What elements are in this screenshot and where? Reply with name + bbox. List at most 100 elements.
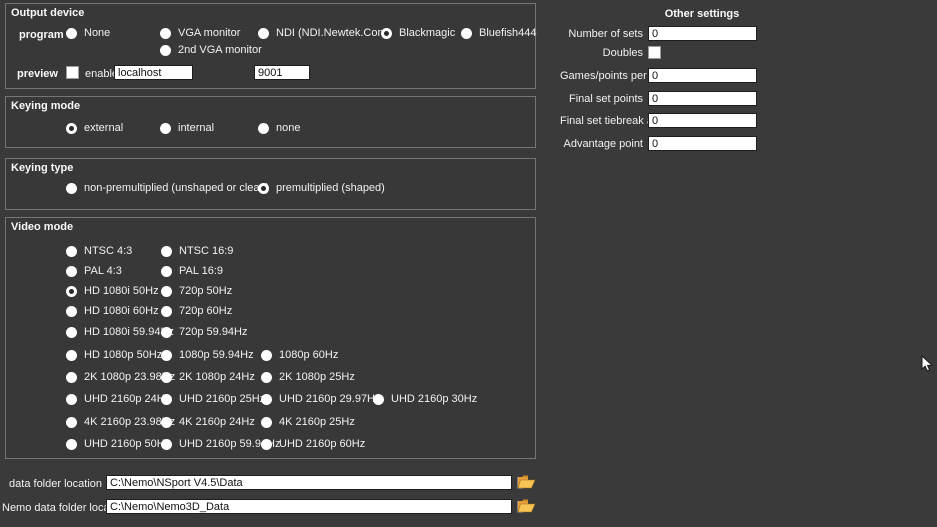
- video-mode-option[interactable]: 2K 1080p 25Hz: [261, 371, 355, 383]
- radio-icon[interactable]: [161, 266, 172, 277]
- radio-icon[interactable]: [160, 28, 171, 39]
- radio-label: PAL 4:3: [84, 265, 122, 277]
- radio-icon[interactable]: [66, 394, 77, 405]
- program-option-blackmagic[interactable]: Blackmagic: [381, 27, 455, 39]
- final-set-points-label: Final set points: [560, 93, 648, 105]
- advantage-point-input[interactable]: [648, 136, 757, 151]
- video-mode-option[interactable]: PAL 4:3: [66, 265, 122, 277]
- final-set-tiebreak-input[interactable]: [648, 113, 757, 128]
- video-mode-option[interactable]: UHD 2160p 24Hz: [66, 393, 170, 405]
- number-of-sets-row: Number of sets: [560, 26, 757, 41]
- radio-icon[interactable]: [381, 28, 392, 39]
- video-mode-option[interactable]: 4K 2160p 24Hz: [161, 416, 255, 428]
- video-mode-option[interactable]: HD 1080i 50Hz: [66, 285, 159, 297]
- keying-type-non-premultiplied[interactable]: non-premultiplied (unshaped or clean): [66, 182, 269, 194]
- radio-icon[interactable]: [161, 372, 172, 383]
- video-mode-option[interactable]: HD 1080p 50Hz: [66, 349, 162, 361]
- radio-icon[interactable]: [261, 372, 272, 383]
- radio-icon[interactable]: [261, 439, 272, 450]
- nemo-data-folder-input[interactable]: [106, 499, 512, 514]
- radio-icon[interactable]: [66, 183, 77, 194]
- radio-icon[interactable]: [161, 394, 172, 405]
- video-mode-option[interactable]: UHD 2160p 50Hz: [66, 438, 170, 450]
- data-folder-browse-button[interactable]: [516, 474, 536, 491]
- radio-icon[interactable]: [66, 417, 77, 428]
- video-mode-option[interactable]: NTSC 16:9: [161, 245, 233, 257]
- program-option-2nd-vga[interactable]: 2nd VGA monitor: [160, 44, 262, 56]
- final-set-points-input[interactable]: [648, 91, 757, 106]
- video-mode-option[interactable]: UHD 2160p 29.97Hz: [261, 393, 381, 405]
- video-mode-option[interactable]: 4K 2160p 23.98Hz: [66, 416, 175, 428]
- program-option-none[interactable]: None: [66, 27, 110, 39]
- nemo-data-folder-label: Nemo data folder location: [2, 502, 102, 514]
- radio-label: NTSC 4:3: [84, 245, 132, 257]
- radio-icon[interactable]: [261, 350, 272, 361]
- radio-icon[interactable]: [66, 266, 77, 277]
- video-mode-option[interactable]: 1080p 60Hz: [261, 349, 338, 361]
- radio-icon[interactable]: [66, 28, 77, 39]
- video-mode-option[interactable]: 4K 2160p 25Hz: [261, 416, 355, 428]
- video-mode-option[interactable]: 2K 1080p 24Hz: [161, 371, 255, 383]
- radio-icon[interactable]: [66, 372, 77, 383]
- radio-icon[interactable]: [373, 394, 384, 405]
- keying-type-premultiplied[interactable]: premultiplied (shaped): [258, 182, 385, 194]
- data-folder-label: data folder location: [2, 478, 102, 490]
- radio-icon[interactable]: [160, 123, 171, 134]
- radio-icon[interactable]: [161, 306, 172, 317]
- video-mode-option[interactable]: UHD 2160p 25Hz: [161, 393, 265, 405]
- radio-icon[interactable]: [66, 327, 77, 338]
- radio-label: UHD 2160p 29.97Hz: [279, 393, 381, 405]
- radio-icon[interactable]: [66, 439, 77, 450]
- program-option-ndi[interactable]: NDI (NDI.Newtek.Com): [258, 27, 390, 39]
- preview-port-input[interactable]: [254, 65, 310, 80]
- radio-icon[interactable]: [261, 394, 272, 405]
- video-mode-option[interactable]: 720p 59.94Hz: [161, 326, 248, 338]
- keying-type-title: Keying type: [11, 162, 73, 174]
- radio-icon[interactable]: [161, 350, 172, 361]
- video-mode-option[interactable]: HD 1080i 60Hz: [66, 305, 159, 317]
- video-mode-option[interactable]: 720p 50Hz: [161, 285, 232, 297]
- radio-label: 2nd VGA monitor: [178, 44, 262, 56]
- doubles-checkbox[interactable]: [648, 46, 661, 59]
- final-set-tiebreak-label: Final set tiebreak at: [560, 115, 648, 127]
- video-mode-option[interactable]: HD 1080i 59.94Hz: [66, 326, 174, 338]
- program-option-bluefish[interactable]: Bluefish444: [461, 27, 537, 39]
- video-mode-option[interactable]: NTSC 4:3: [66, 245, 132, 257]
- radio-label: Blackmagic: [399, 27, 455, 39]
- other-settings-title: Other settings: [644, 8, 760, 20]
- radio-icon[interactable]: [258, 123, 269, 134]
- radio-icon[interactable]: [66, 123, 77, 134]
- data-folder-input[interactable]: [106, 475, 512, 490]
- video-mode-option[interactable]: PAL 16:9: [161, 265, 223, 277]
- nemo-data-folder-browse-button[interactable]: [516, 498, 536, 515]
- radio-icon[interactable]: [258, 28, 269, 39]
- keying-mode-internal[interactable]: internal: [160, 122, 214, 134]
- video-mode-option[interactable]: 720p 60Hz: [161, 305, 232, 317]
- video-mode-option[interactable]: UHD 2160p 60Hz: [261, 438, 365, 450]
- radio-icon[interactable]: [161, 327, 172, 338]
- preview-host-input[interactable]: [114, 65, 193, 80]
- program-label: program: [19, 29, 64, 41]
- radio-icon[interactable]: [258, 183, 269, 194]
- preview-enable-checkbox[interactable]: [66, 66, 79, 79]
- radio-icon[interactable]: [66, 306, 77, 317]
- keying-mode-external[interactable]: external: [66, 122, 123, 134]
- radio-icon[interactable]: [161, 417, 172, 428]
- video-mode-option[interactable]: UHD 2160p 30Hz: [373, 393, 477, 405]
- radio-icon[interactable]: [66, 350, 77, 361]
- radio-icon[interactable]: [161, 439, 172, 450]
- radio-icon[interactable]: [161, 246, 172, 257]
- radio-icon[interactable]: [160, 45, 171, 56]
- radio-icon[interactable]: [461, 28, 472, 39]
- radio-icon[interactable]: [66, 246, 77, 257]
- radio-icon[interactable]: [66, 286, 77, 297]
- video-mode-option[interactable]: 1080p 59.94Hz: [161, 349, 254, 361]
- video-mode-option[interactable]: 2K 1080p 23.98Hz: [66, 371, 175, 383]
- keying-type-groupbox: Keying type non-premultiplied (unshaped …: [5, 158, 536, 210]
- keying-mode-none[interactable]: none: [258, 122, 300, 134]
- radio-icon[interactable]: [161, 286, 172, 297]
- program-option-vga[interactable]: VGA monitor: [160, 27, 240, 39]
- games-points-per-set-input[interactable]: [648, 68, 757, 83]
- radio-icon[interactable]: [261, 417, 272, 428]
- number-of-sets-input[interactable]: [648, 26, 757, 41]
